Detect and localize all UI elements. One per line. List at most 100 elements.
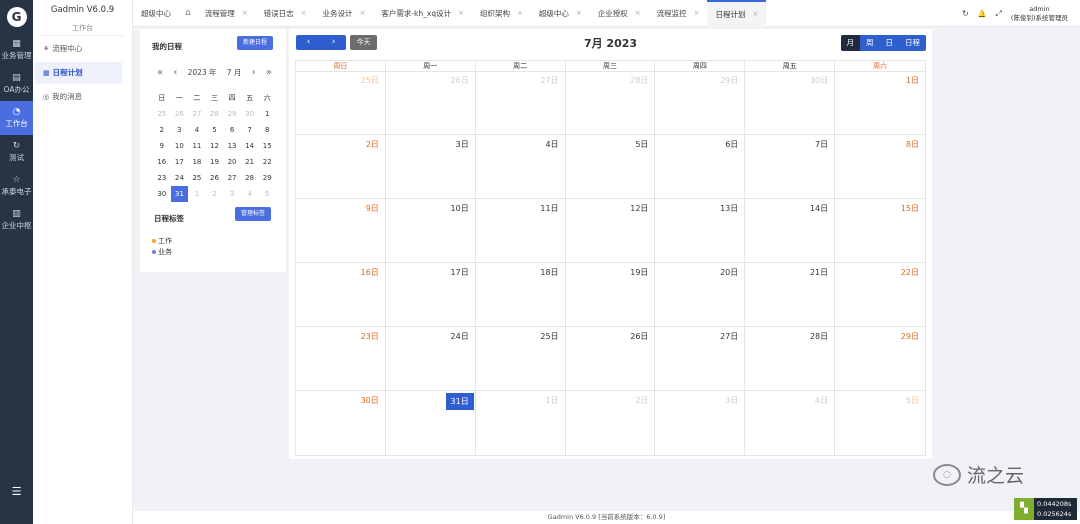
mini-day[interactable]: 7: [241, 122, 259, 138]
mini-day[interactable]: 14: [241, 138, 259, 154]
mini-day[interactable]: 31: [170, 186, 189, 202]
rail-item-1[interactable]: ▤ OA办公: [0, 67, 33, 101]
calendar-day-cell[interactable]: 7日: [745, 135, 836, 199]
mini-day[interactable]: 3: [171, 122, 189, 138]
calendar-day-cell[interactable]: 11日: [475, 199, 566, 263]
tab-3[interactable]: 错误日志 ×: [256, 0, 315, 27]
calendar-day-cell[interactable]: 1日: [476, 391, 566, 455]
mini-day[interactable]: 30: [153, 186, 171, 202]
tab-7[interactable]: 超级中心 ×: [531, 0, 590, 27]
mini-day[interactable]: 27: [188, 106, 206, 122]
mini-day[interactable]: 26: [171, 106, 189, 122]
calendar-day-cell[interactable]: 23日: [296, 327, 386, 391]
close-icon[interactable]: ×: [242, 9, 248, 17]
calendar-day-cell[interactable]: 10日: [385, 199, 476, 263]
rail-item-2[interactable]: ◔ 工作台: [0, 101, 33, 135]
sidebar-item-1[interactable]: ▦ 日程计划: [35, 62, 122, 84]
close-icon[interactable]: ×: [517, 9, 523, 17]
calendar-day-cell[interactable]: 9日: [296, 199, 386, 263]
tab-2[interactable]: 流程管理 ×: [197, 0, 256, 27]
mini-day[interactable]: 20: [223, 154, 241, 170]
mini-day[interactable]: 28: [206, 106, 224, 122]
calendar-day-cell[interactable]: 30日: [745, 71, 836, 135]
calendar-day-cell[interactable]: 3日: [655, 391, 746, 455]
today-button[interactable]: 今天: [350, 35, 377, 50]
mini-day[interactable]: 1: [188, 186, 206, 202]
tag-item[interactable]: 工作: [152, 236, 172, 246]
tab-8[interactable]: 企业授权 ×: [590, 0, 649, 27]
mini-day[interactable]: 13: [223, 138, 241, 154]
calendar-day-cell[interactable]: 19日: [565, 263, 656, 327]
calendar-day-cell[interactable]: 27日: [655, 327, 746, 391]
user-menu[interactable]: admin (陈俊钊)系统管理员: [1011, 5, 1068, 23]
view-button-1[interactable]: 周: [860, 35, 880, 51]
close-icon[interactable]: ×: [752, 10, 758, 18]
new-schedule-button[interactable]: 新建日程: [237, 36, 273, 50]
mini-day[interactable]: 10: [171, 138, 189, 154]
mini-day[interactable]: 4: [241, 186, 259, 202]
mini-day[interactable]: 22: [258, 154, 276, 170]
mini-day[interactable]: 27: [223, 170, 241, 186]
close-icon[interactable]: ×: [359, 9, 365, 17]
calendar-day-cell[interactable]: 18日: [475, 263, 566, 327]
calendar-day-cell[interactable]: 14日: [745, 199, 836, 263]
calendar-day-cell[interactable]: 29日: [655, 71, 746, 135]
calendar-day-cell[interactable]: 30日: [296, 391, 386, 455]
mini-day[interactable]: 19: [206, 154, 224, 170]
calendar-day-cell[interactable]: 24日: [385, 327, 476, 391]
calendar-day-cell[interactable]: 15日: [835, 199, 925, 263]
mini-day[interactable]: 17: [171, 154, 189, 170]
calendar-day-cell[interactable]: 27日: [475, 71, 566, 135]
calendar-day-cell[interactable]: 2日: [566, 391, 656, 455]
rail-item-0[interactable]: ▦ 业务管理: [0, 33, 33, 67]
mini-day[interactable]: 4: [188, 122, 206, 138]
mini-day[interactable]: 23: [153, 170, 171, 186]
mini-day[interactable]: 9: [153, 138, 171, 154]
tab-4[interactable]: 业务设计 ×: [314, 0, 373, 27]
calendar-day-cell[interactable]: 26日: [565, 327, 656, 391]
tab-0[interactable]: 超级中心: [133, 0, 179, 27]
view-button-3[interactable]: 日程: [899, 35, 926, 51]
tab-10[interactable]: 日程计划 ×: [707, 0, 767, 27]
mini-day[interactable]: 5: [206, 122, 224, 138]
calendar-day-cell[interactable]: 22日: [835, 263, 925, 327]
bell-icon[interactable]: 🔔: [978, 10, 987, 18]
calendar-day-cell[interactable]: 21日: [745, 263, 836, 327]
manage-tags-button[interactable]: 管理标签: [235, 207, 271, 221]
tag-item[interactable]: 业务: [152, 247, 172, 257]
calendar-day-cell[interactable]: 20日: [655, 263, 746, 327]
next-year-icon[interactable]: »: [266, 67, 272, 78]
calendar-day-cell[interactable]: 6日: [655, 135, 746, 199]
home-tab[interactable]: ⌂: [179, 0, 197, 27]
calendar-day-cell[interactable]: 16日: [296, 263, 386, 327]
calendar-day-cell[interactable]: 1日: [835, 71, 925, 135]
close-icon[interactable]: ×: [576, 9, 582, 17]
mini-day[interactable]: 21: [241, 154, 259, 170]
refresh-icon[interactable]: ↻: [962, 9, 969, 18]
tab-5[interactable]: 客户需求-kh_xq设计 ×: [373, 0, 472, 27]
calendar-day-cell[interactable]: 17日: [385, 263, 476, 327]
close-icon[interactable]: ×: [458, 9, 464, 17]
tab-6[interactable]: 组织架构 ×: [472, 0, 531, 27]
view-button-2[interactable]: 日: [879, 35, 899, 51]
fullscreen-icon[interactable]: ⤢: [996, 9, 1002, 19]
calendar-day-cell[interactable]: 12日: [565, 199, 656, 263]
mini-day[interactable]: 1: [258, 106, 276, 122]
mini-day[interactable]: 25: [188, 170, 206, 186]
calendar-day-cell[interactable]: 28日: [565, 71, 656, 135]
prev-month-icon[interactable]: ‹: [173, 67, 177, 78]
mini-day[interactable]: 28: [241, 170, 259, 186]
mini-day[interactable]: 16: [153, 154, 171, 170]
mini-day[interactable]: 15: [258, 138, 276, 154]
sidebar-item-2[interactable]: ◎ 我的消息: [35, 86, 122, 108]
calendar-day-cell[interactable]: 31日: [386, 391, 476, 455]
close-icon[interactable]: ×: [694, 9, 700, 17]
calendar-day-cell[interactable]: 13日: [655, 199, 746, 263]
next-month-icon[interactable]: ›: [252, 67, 256, 78]
mini-day[interactable]: 29: [223, 106, 241, 122]
calendar-day-cell[interactable]: 26日: [385, 71, 476, 135]
mini-day[interactable]: 29: [258, 170, 276, 186]
mini-day[interactable]: 30: [241, 106, 259, 122]
calendar-day-cell[interactable]: 25日: [296, 71, 386, 135]
perf-badge[interactable]: ▚ 0.044208s 0.025624s: [1014, 498, 1077, 520]
